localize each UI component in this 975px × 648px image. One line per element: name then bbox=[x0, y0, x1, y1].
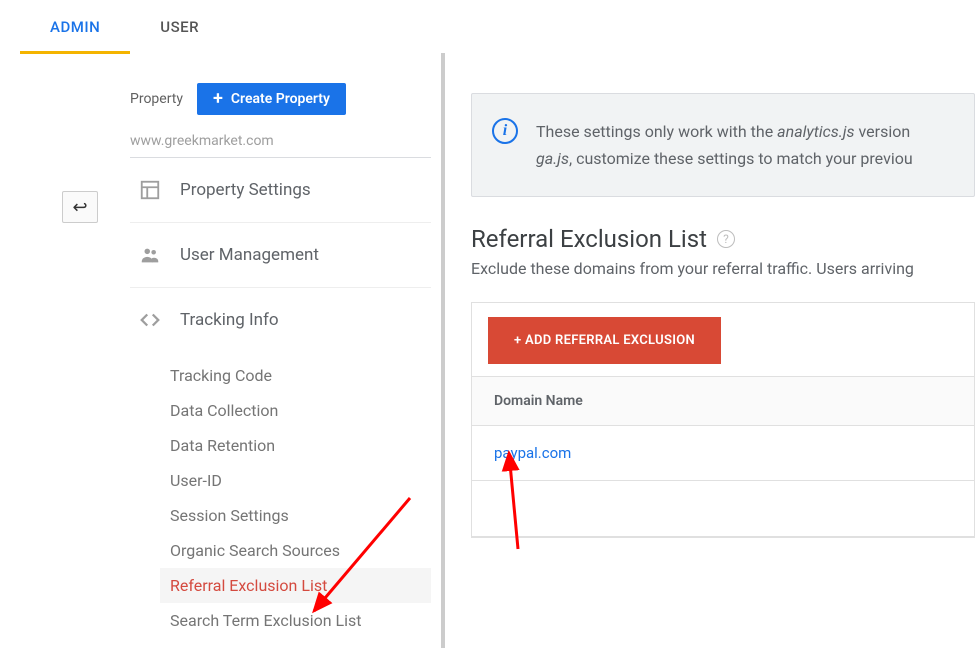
exclusion-panel: + ADD REFERRAL EXCLUSION Domain Name pay… bbox=[471, 302, 975, 538]
property-url-select[interactable]: www.greekmarket.com bbox=[130, 133, 431, 149]
tab-user[interactable]: USER bbox=[130, 0, 229, 52]
nav-label: Property Settings bbox=[180, 180, 311, 200]
add-referral-exclusion-button[interactable]: + ADD REFERRAL EXCLUSION bbox=[488, 317, 721, 364]
table-header-domain: Domain Name bbox=[472, 376, 974, 426]
sub-tracking-code[interactable]: Tracking Code bbox=[170, 358, 431, 393]
info-icon: i bbox=[492, 118, 518, 144]
sub-data-collection[interactable]: Data Collection bbox=[170, 393, 431, 428]
create-property-label: Create Property bbox=[231, 91, 330, 107]
sub-search-term-exclusion-list[interactable]: Search Term Exclusion List bbox=[170, 603, 431, 638]
nav-property-settings[interactable]: Property Settings bbox=[130, 158, 431, 223]
back-button[interactable]: ↩ bbox=[62, 191, 98, 223]
code-icon bbox=[138, 308, 162, 332]
nav-tracking-info[interactable]: Tracking Info bbox=[130, 288, 431, 352]
create-property-button[interactable]: + Create Property bbox=[197, 83, 346, 115]
domain-link[interactable]: paypal.com bbox=[494, 444, 571, 462]
info-notice: i These settings only work with the anal… bbox=[471, 93, 975, 197]
nav-user-management[interactable]: User Management bbox=[130, 223, 431, 288]
property-label: Property bbox=[130, 91, 183, 107]
people-icon bbox=[138, 243, 162, 267]
plus-icon: + bbox=[213, 92, 223, 106]
main-content: i These settings only work with the anal… bbox=[445, 53, 975, 648]
help-icon[interactable]: ? bbox=[717, 230, 735, 248]
tracking-sub-list: Tracking Code Data Collection Data Reten… bbox=[170, 352, 431, 638]
nav-label: Tracking Info bbox=[180, 310, 279, 330]
back-arrow-icon: ↩ bbox=[72, 197, 87, 218]
sub-organic-search-sources[interactable]: Organic Search Sources bbox=[170, 533, 431, 568]
notice-text: These settings only work with the analyt… bbox=[536, 118, 913, 172]
table-row-empty bbox=[472, 481, 974, 537]
layout-icon bbox=[138, 178, 162, 202]
page-description: Exclude these domains from your referral… bbox=[471, 259, 975, 278]
table-row[interactable]: paypal.com bbox=[472, 426, 974, 481]
sub-referral-exclusion-list[interactable]: Referral Exclusion List bbox=[160, 568, 431, 603]
tab-admin[interactable]: ADMIN bbox=[20, 0, 130, 52]
sub-session-settings[interactable]: Session Settings bbox=[170, 498, 431, 533]
sub-user-id[interactable]: User-ID bbox=[170, 463, 431, 498]
sub-data-retention[interactable]: Data Retention bbox=[170, 428, 431, 463]
sidebar: ↩ Property + Create Property www.greekma… bbox=[0, 53, 445, 648]
page-title: Referral Exclusion List ? bbox=[471, 225, 975, 253]
tab-bar: ADMIN USER bbox=[0, 0, 975, 53]
nav-label: User Management bbox=[180, 245, 319, 265]
